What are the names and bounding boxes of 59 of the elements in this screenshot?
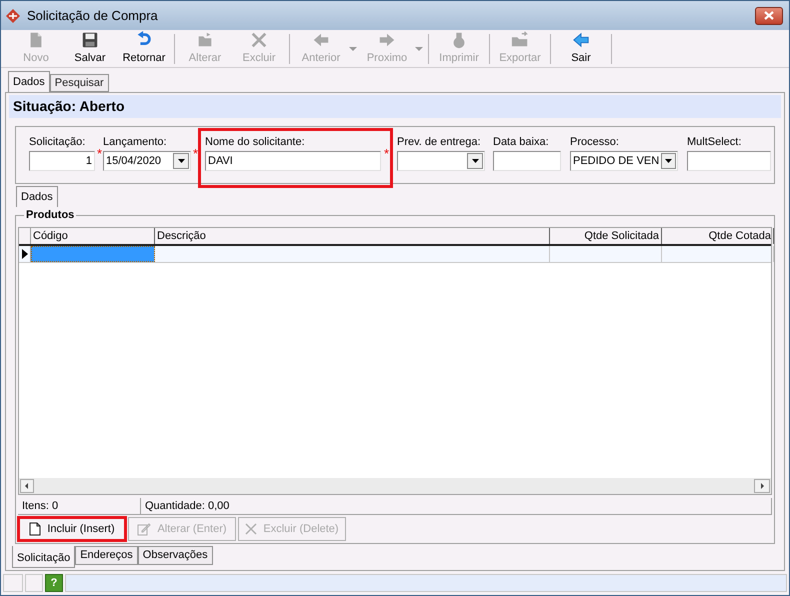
help-button[interactable]: ? bbox=[45, 574, 63, 592]
status-panel bbox=[25, 574, 43, 592]
input-field[interactable] bbox=[397, 151, 485, 171]
delete-icon bbox=[249, 31, 269, 49]
right-arrow-icon bbox=[377, 31, 397, 49]
tab[interactable]: Endereços bbox=[75, 546, 138, 565]
input-field[interactable] bbox=[687, 151, 771, 171]
toolbar-button[interactable]: Sair bbox=[554, 31, 608, 67]
tab[interactable]: Dados bbox=[8, 71, 50, 92]
input-field[interactable]: PEDIDO DE VEN bbox=[570, 151, 678, 171]
action-button[interactable]: Incluir (Insert) bbox=[18, 517, 126, 541]
column-header[interactable]: Qtde Cotada bbox=[662, 228, 774, 244]
status-panel bbox=[3, 574, 23, 592]
column-header[interactable]: Código bbox=[31, 228, 155, 244]
tab[interactable]: Observações bbox=[138, 546, 213, 565]
column-header[interactable]: Descrição bbox=[155, 228, 550, 244]
delete-icon bbox=[245, 523, 258, 535]
required-mark: * bbox=[192, 149, 198, 159]
close-icon bbox=[764, 11, 774, 20]
required-mark: * bbox=[384, 149, 389, 159]
footer-text: Itens: 0 bbox=[18, 498, 141, 514]
field-label: Processo: bbox=[570, 135, 620, 149]
input-field[interactable]: DAVI bbox=[205, 151, 381, 171]
footer-text: Quantidade: 0,00 bbox=[141, 498, 772, 514]
field-label: Data baixa: bbox=[493, 135, 550, 149]
scroll-right-icon[interactable] bbox=[754, 479, 770, 493]
dropdown-icon bbox=[415, 47, 423, 51]
toolbar-button[interactable]: Salvar bbox=[63, 31, 117, 67]
required-mark: * bbox=[96, 149, 102, 159]
folder-icon bbox=[509, 31, 531, 49]
field-label: MultSelect: bbox=[687, 135, 742, 149]
save-icon bbox=[80, 31, 100, 49]
dropdown-icon bbox=[349, 47, 357, 51]
column-header[interactable]: Qtde Solicitada bbox=[550, 228, 662, 244]
input-field[interactable] bbox=[493, 151, 561, 171]
input-field[interactable]: 1 bbox=[29, 151, 95, 171]
exit-arrow-icon bbox=[571, 31, 591, 49]
field-label: Lançamento: bbox=[103, 135, 168, 149]
document-icon bbox=[29, 522, 42, 536]
tab[interactable]: Solicitação bbox=[12, 546, 76, 568]
situation-label: Situação: Aberto bbox=[13, 97, 124, 116]
window-title: Solicitação de Compra bbox=[27, 6, 158, 25]
field-label: Solicitação: bbox=[29, 135, 86, 149]
edit-icon bbox=[137, 522, 152, 536]
app-icon bbox=[5, 8, 21, 24]
dropdown-icon bbox=[178, 159, 184, 163]
toolbar-button[interactable]: Retornar bbox=[117, 31, 171, 67]
field-label: Nome do solicitante: bbox=[205, 135, 306, 149]
table-cell[interactable] bbox=[31, 246, 155, 262]
left-arrow-icon bbox=[311, 31, 331, 49]
tab[interactable]: Pesquisar bbox=[50, 74, 109, 92]
close-button[interactable] bbox=[755, 6, 783, 24]
field-label: Prev. de entrega: bbox=[397, 135, 482, 149]
horizontal-scrollbar[interactable] bbox=[19, 478, 771, 494]
input-field[interactable]: 15/04/2020 bbox=[103, 151, 191, 171]
dropdown-icon bbox=[472, 159, 478, 163]
tab[interactable]: Dados bbox=[16, 186, 58, 207]
dropdown-icon bbox=[665, 159, 672, 163]
scroll-left-icon[interactable] bbox=[20, 479, 34, 493]
